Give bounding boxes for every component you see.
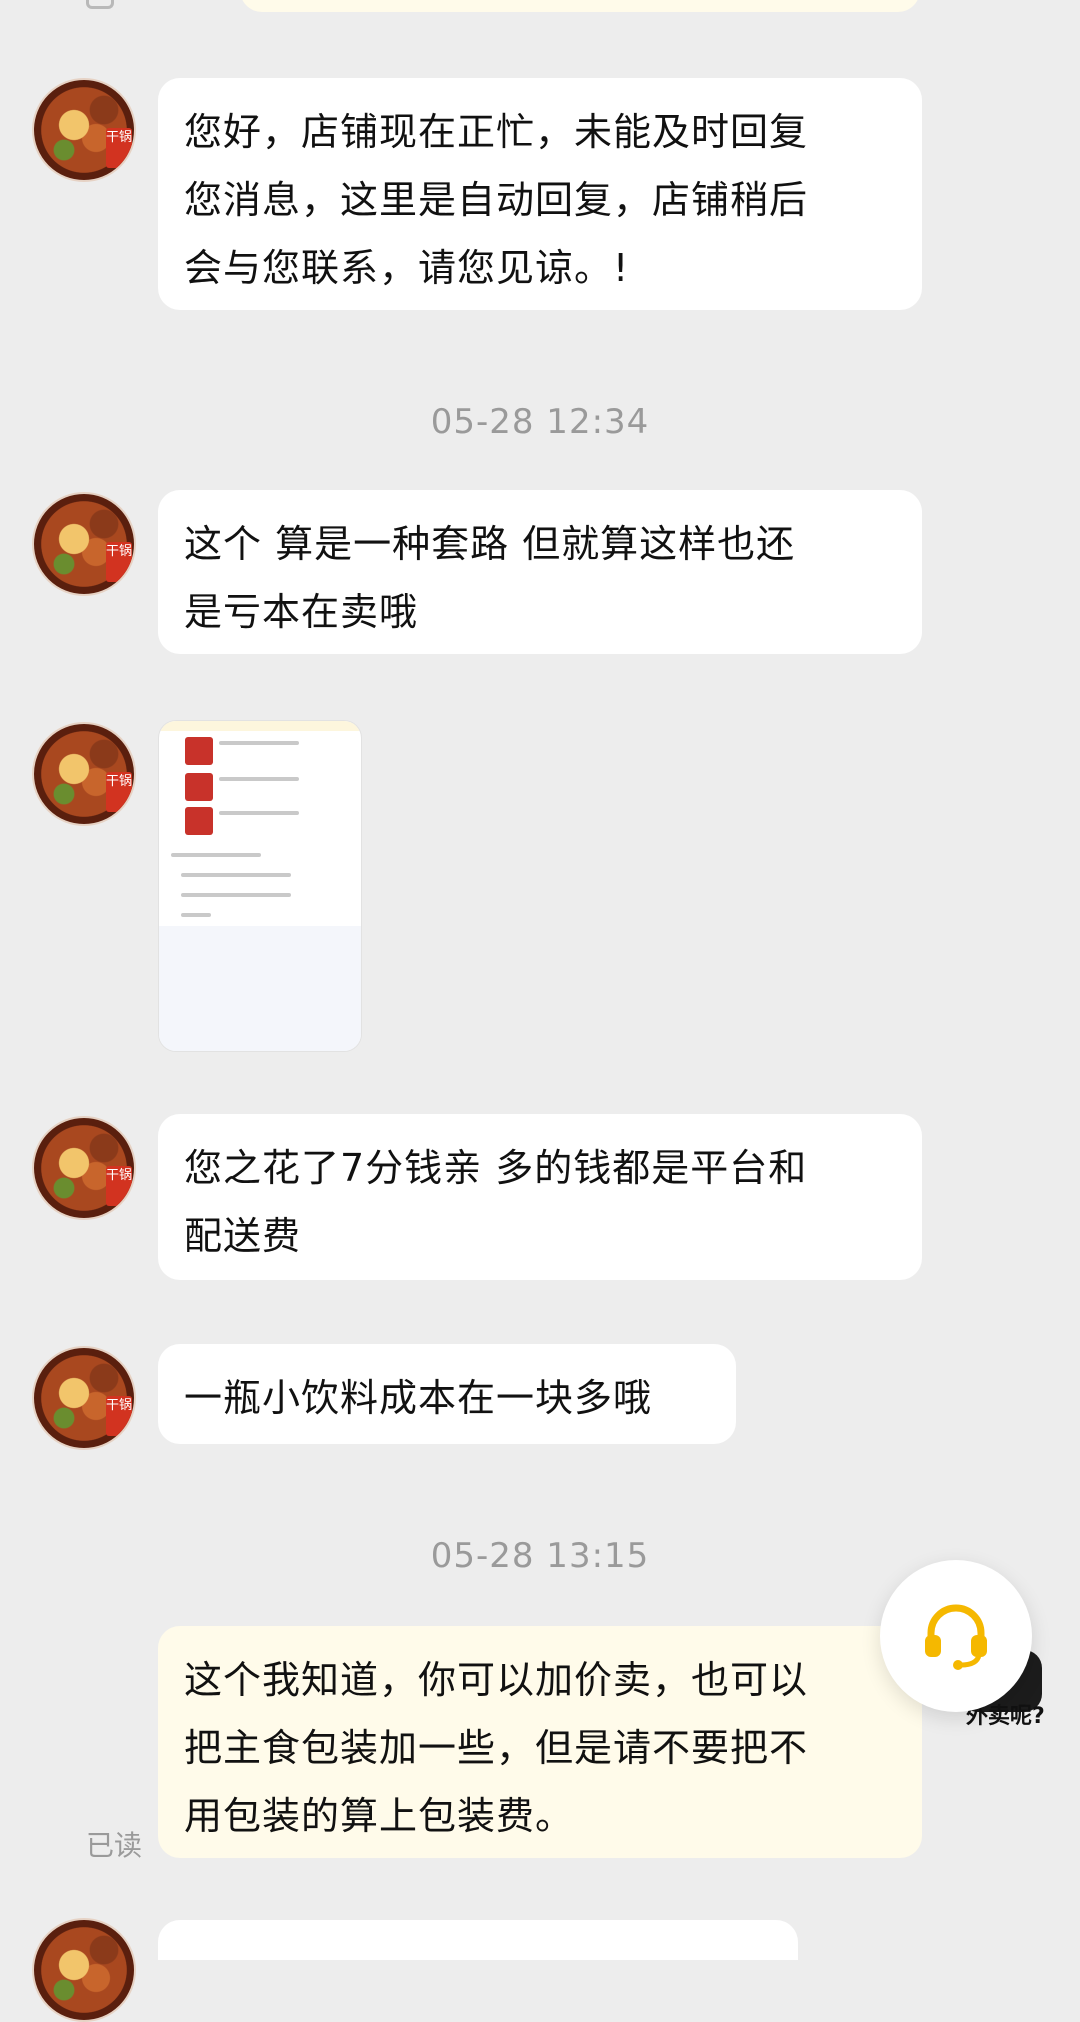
thumbnail-text-line <box>171 853 261 857</box>
previous-message-bubble[interactable] <box>240 0 920 12</box>
thumbnail-text-line <box>219 777 299 781</box>
thumbnail-text-line <box>219 811 299 815</box>
thumbnail-blank-area <box>159 926 361 1051</box>
avatar-tag: 干锅 <box>106 542 132 582</box>
message-bubble[interactable]: 一瓶小饮料成本在一块多哦 <box>158 1344 736 1444</box>
thumbnail-food-image <box>185 773 213 801</box>
avatar-tag: 干锅 <box>106 1396 132 1436</box>
message-bubble[interactable]: 这个 算是一种套路 但就算这样也还 是亏本在卖哦 <box>158 490 922 654</box>
shop-avatar[interactable]: 干锅 <box>32 1346 136 1450</box>
previous-status-icon <box>86 0 114 9</box>
thumbnail-text-line <box>181 893 291 897</box>
shop-avatar[interactable] <box>32 1918 136 2022</box>
thumbnail-food-image <box>185 737 213 765</box>
thumbnail-text-line <box>219 741 299 745</box>
my-message-bubble[interactable]: 这个我知道，你可以加价卖，也可以 把主食包装加一些，但是请不要把不 用包装的算上… <box>158 1626 922 1858</box>
read-status: 已读 <box>86 1829 143 1862</box>
customer-support-button[interactable] <box>880 1560 1032 1712</box>
shop-avatar[interactable]: 干锅 <box>32 722 136 826</box>
shop-avatar[interactable]: 干锅 <box>32 1116 136 1220</box>
avatar-tag: 干锅 <box>106 128 132 168</box>
thumbnail-header <box>159 721 361 731</box>
image-message-thumbnail[interactable] <box>158 720 362 1052</box>
shop-avatar[interactable]: 干锅 <box>32 78 136 182</box>
avatar-tag: 干锅 <box>106 772 132 812</box>
thumbnail-text-line <box>181 913 211 917</box>
headset-icon <box>925 1604 987 1670</box>
next-message-bubble[interactable] <box>158 1920 798 1960</box>
timestamp: 05-28 12:34 <box>430 402 650 442</box>
message-bubble[interactable]: 您之花了7分钱亲 多的钱都是平台和 配送费 <box>158 1114 922 1280</box>
shop-avatar[interactable]: 干锅 <box>32 492 136 596</box>
message-bubble-auto-reply[interactable]: 您好，店铺现在正忙，未能及时回复 您消息，这里是自动回复，店铺稍后 会与您联系，… <box>158 78 922 310</box>
avatar-tag: 干锅 <box>106 1166 132 1206</box>
thumbnail-food-image <box>185 807 213 835</box>
thumbnail-text-line <box>181 873 291 877</box>
